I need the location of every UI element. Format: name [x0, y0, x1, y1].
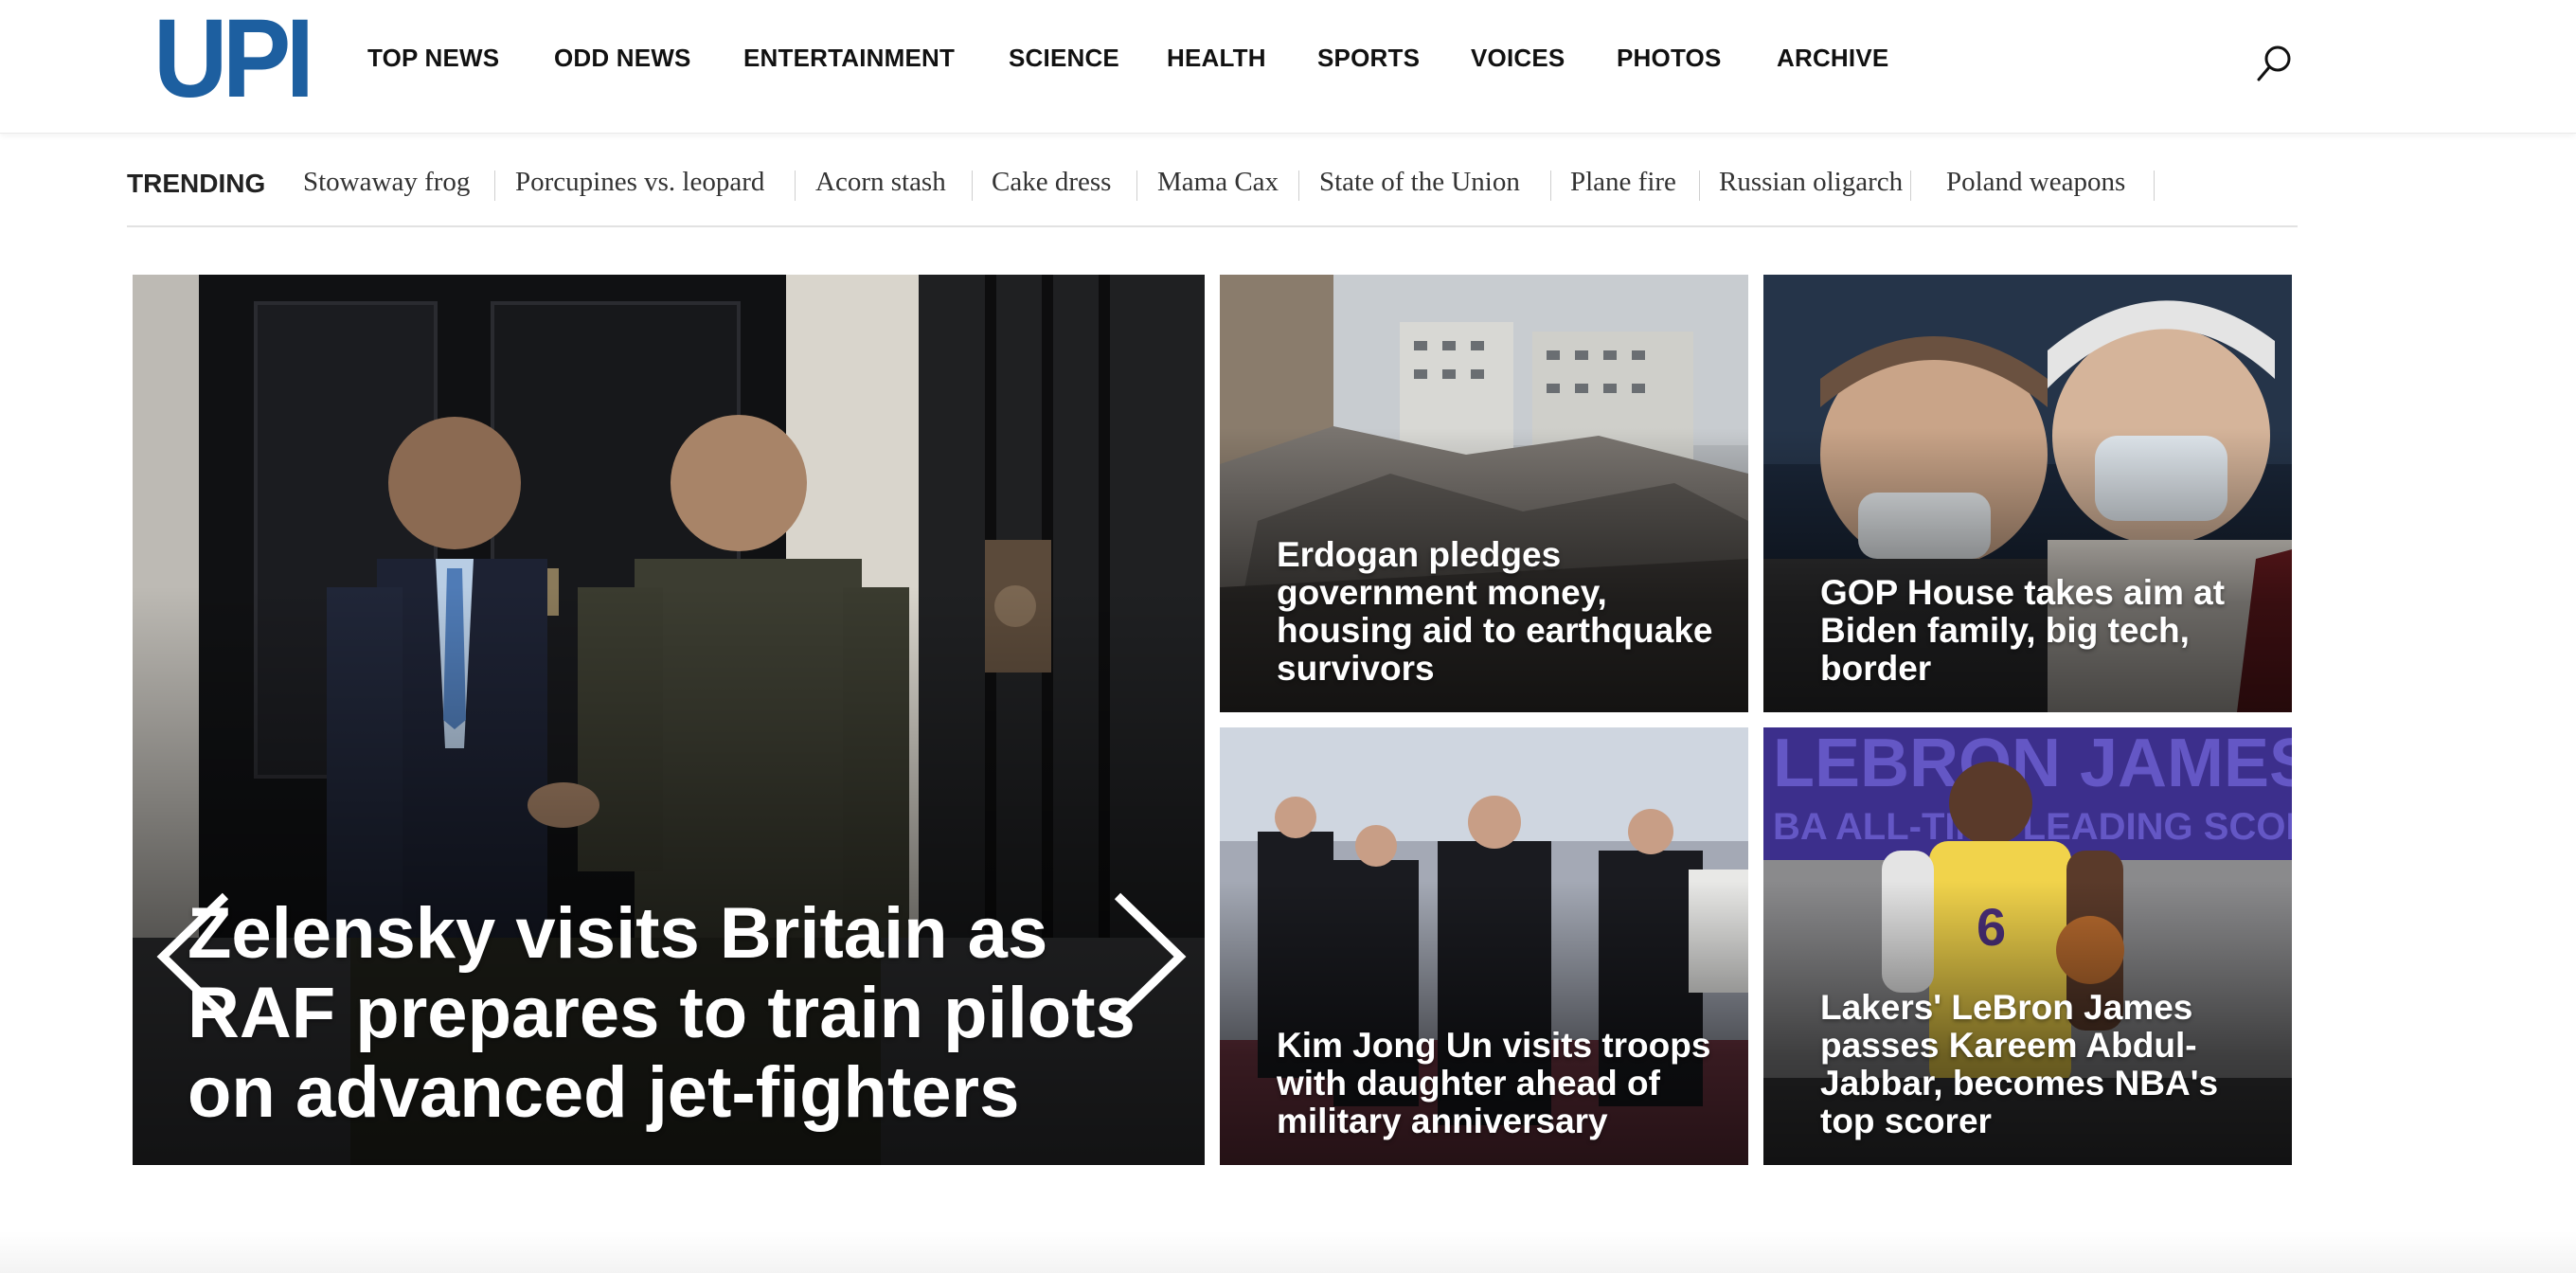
story-card[interactable]: Erdogan pledges government money, housin… [1220, 275, 1748, 712]
upi-logo[interactable]: UPI [153, 3, 314, 115]
chevron-left-icon[interactable] [152, 890, 237, 1023]
trending-item[interactable]: Plane fire [1570, 167, 1676, 198]
nav-sports[interactable]: SPORTS [1317, 44, 1420, 73]
nav-top-news[interactable]: TOP NEWS [367, 44, 499, 73]
nav-archive[interactable]: ARCHIVE [1777, 44, 1888, 73]
divider [1699, 170, 1700, 201]
divider [2154, 170, 2155, 201]
story-headline[interactable]: Lakers' LeBron James passes Kareem Abdul… [1820, 989, 2265, 1140]
nav-voices[interactable]: VOICES [1471, 44, 1565, 73]
page-bottom-fade [0, 1231, 2576, 1273]
story-card[interactable]: Kim Jong Un visits troops with daughter … [1220, 727, 1748, 1165]
trending-bar: TRENDING Stowaway frog Porcupines vs. le… [127, 150, 2298, 227]
featured-story-headline[interactable]: Zelensky visits Britain as RAF prepares … [188, 894, 1163, 1133]
story-headline[interactable]: Kim Jong Un visits troops with daughter … [1277, 1027, 1722, 1140]
trending-item[interactable]: Acorn stash [815, 167, 946, 198]
trending-item[interactable]: Stowaway frog [303, 167, 470, 198]
divider [972, 170, 973, 201]
trending-item[interactable]: State of the Union [1319, 167, 1520, 198]
divider [1136, 170, 1137, 201]
chevron-right-icon[interactable] [1106, 890, 1191, 1023]
story-card[interactable]: LEBRON JAMES BA ALL-TIME LEADING SCORER … [1763, 727, 2292, 1165]
trending-item[interactable]: Mama Cax [1157, 167, 1279, 198]
search-icon[interactable] [2256, 44, 2294, 83]
trending-item[interactable]: Porcupines vs. leopard [515, 167, 764, 198]
trending-item[interactable]: Poland weapons [1946, 167, 2125, 198]
featured-story-card[interactable]: Zelensky visits Britain as RAF prepares … [133, 275, 1205, 1165]
nav-entertainment[interactable]: ENTERTAINMENT [743, 44, 955, 73]
trending-item[interactable]: Cake dress [992, 167, 1111, 198]
divider [1910, 170, 1911, 201]
nav-science[interactable]: SCIENCE [1009, 44, 1119, 73]
story-headline[interactable]: Erdogan pledges government money, housin… [1277, 536, 1722, 688]
trending-item[interactable]: Russian oligarch [1719, 167, 1903, 198]
story-card[interactable]: GOP House takes aim at Biden family, big… [1763, 275, 2292, 712]
divider [1298, 170, 1299, 201]
trending-label: TRENDING [127, 169, 266, 198]
nav-photos[interactable]: PHOTOS [1617, 44, 1722, 73]
nav-health[interactable]: HEALTH [1167, 44, 1266, 73]
story-headline[interactable]: GOP House takes aim at Biden family, big… [1820, 574, 2265, 688]
divider [1550, 170, 1551, 201]
site-header: UPI TOP NEWS ODD NEWS ENTERTAINMENT SCIE… [0, 0, 2576, 134]
nav-odd-news[interactable]: ODD NEWS [554, 44, 691, 73]
divider [494, 170, 495, 201]
divider [795, 170, 796, 201]
